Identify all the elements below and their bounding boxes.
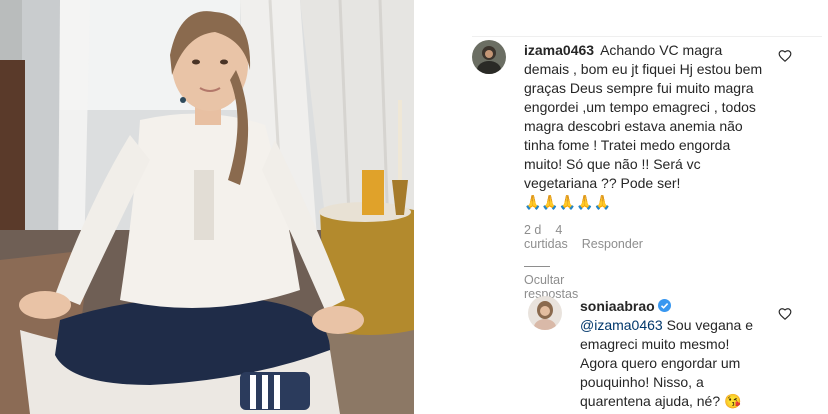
comment-body: izama0463 Achando VC magra demais , bom e… (524, 41, 764, 212)
comment-text: Achando VC magra demais , bom eu jt fiqu… (524, 42, 763, 191)
kiss-emoji: 😘 (724, 393, 742, 409)
divider (472, 36, 822, 37)
heart-outline-icon[interactable] (778, 49, 792, 63)
post-photo (0, 0, 414, 414)
comments-panel: izama0463 Achando VC magra demais , bom e… (414, 0, 828, 414)
screenshot: izama0463 Achando VC magra demais , bom e… (0, 0, 828, 414)
hide-replies-line (524, 266, 550, 268)
comment-meta: 2 d4 curtidas Responder (524, 223, 657, 251)
verified-badge-icon (657, 299, 671, 312)
avatar[interactable] (528, 296, 562, 330)
avatar[interactable] (472, 40, 506, 74)
heart-outline-icon[interactable] (778, 307, 792, 321)
avatar-image (528, 296, 562, 330)
hide-replies-button[interactable]: Ocultar respostas (524, 259, 578, 301)
avatar-image (472, 40, 506, 74)
reply-username-text: soniaabrao (580, 298, 655, 314)
reply-mention[interactable]: @izama0463 (580, 317, 663, 333)
reply-body: soniaabrao @izama0463 Sou vegana e emagre… (580, 297, 764, 411)
comment-time: 2 d (524, 223, 542, 237)
photo-illustration (0, 0, 414, 414)
comment-username[interactable]: izama0463 (524, 42, 594, 58)
reply-button[interactable]: Responder (582, 237, 643, 251)
reply-username[interactable]: soniaabrao (580, 298, 671, 314)
praying-hands-emoji: 🙏🙏🙏🙏🙏 (524, 194, 612, 210)
